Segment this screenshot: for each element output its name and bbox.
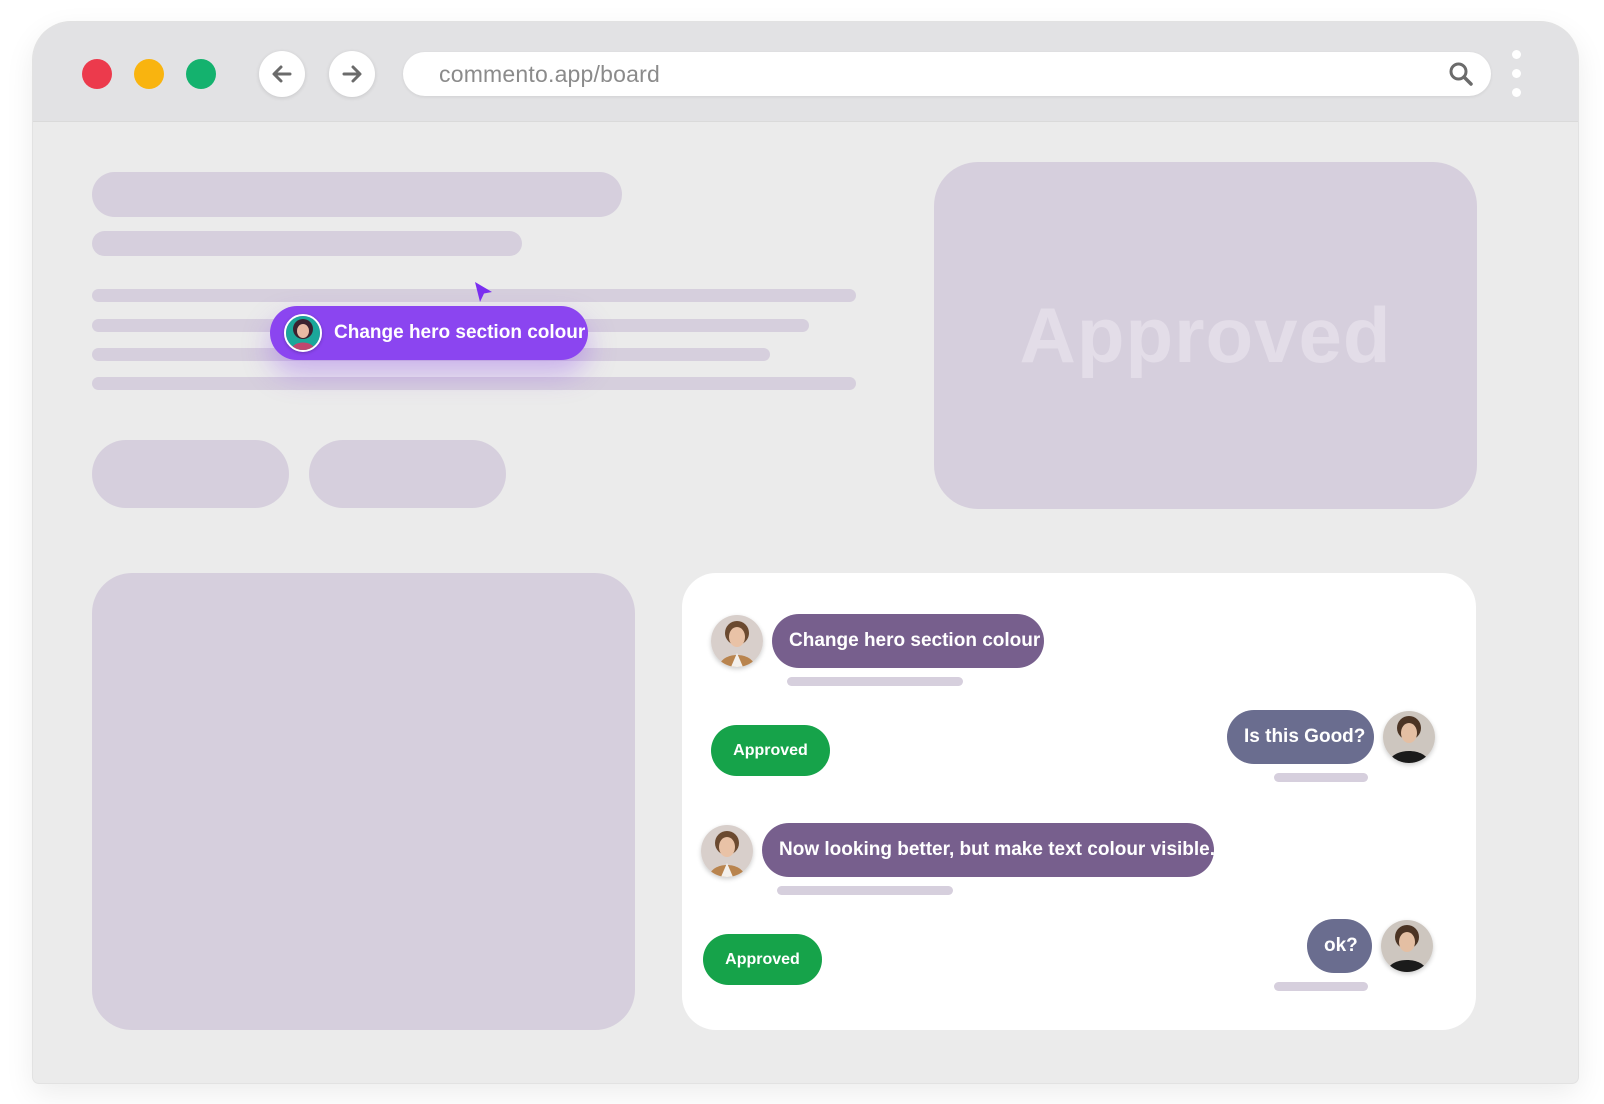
avatar (701, 825, 753, 877)
chat-message-bubble[interactable]: Change hero section colour (772, 614, 1044, 668)
avatar (1383, 711, 1435, 763)
arrow-right-icon (342, 65, 362, 83)
search-icon[interactable] (1447, 60, 1475, 88)
approved-label: Approved (733, 741, 808, 759)
avatar (711, 615, 763, 667)
approved-badge[interactable]: Approved (703, 934, 822, 985)
timestamp-placeholder (1274, 773, 1368, 782)
skeleton-text-line (92, 377, 856, 390)
timestamp-placeholder (777, 886, 953, 895)
forward-button[interactable] (329, 51, 375, 97)
approved-badge[interactable]: Approved (711, 725, 830, 776)
avatar (1381, 920, 1433, 972)
timestamp-placeholder (787, 677, 963, 686)
close-window-button[interactable] (82, 59, 112, 89)
chat-message-text: ok? (1324, 935, 1358, 956)
skeleton-subheading (92, 231, 522, 256)
chat-message-bubble[interactable]: ok? (1307, 919, 1372, 973)
skeleton-heading (92, 172, 622, 217)
chat-message-bubble[interactable]: Is this Good? (1227, 710, 1374, 764)
kebab-menu-icon[interactable] (1510, 50, 1522, 100)
floating-comment-text: Change hero section colour (334, 322, 586, 343)
url-text: commento.app/board (439, 61, 660, 87)
avatar (284, 314, 322, 352)
skeleton-button (92, 440, 289, 508)
skeleton-button (309, 440, 506, 508)
address-bar[interactable]: commento.app/board (403, 52, 1491, 96)
floating-comment-pill[interactable]: Change hero section colour (270, 306, 588, 360)
chat-message-text: Change hero section colour (789, 630, 1041, 651)
browser-toolbar: commento.app/board (33, 22, 1578, 122)
maximize-window-button[interactable] (186, 59, 216, 89)
chat-message-text: Now looking better, but make text colour… (779, 839, 1216, 860)
hero-image-placeholder: Approved (934, 162, 1477, 509)
back-button[interactable] (259, 51, 305, 97)
content-card-placeholder (92, 573, 635, 1030)
arrow-left-icon (272, 65, 292, 83)
chat-message-bubble[interactable]: Now looking better, but make text colour… (762, 823, 1216, 877)
hero-watermark-text: Approved (1019, 291, 1392, 379)
comment-thread-panel: Change hero section colour Approved Is t… (682, 573, 1476, 1030)
cursor-icon (475, 282, 492, 302)
approved-label: Approved (725, 950, 800, 968)
browser-window: commento.app/board Approved Change hero … (33, 22, 1578, 1083)
minimize-window-button[interactable] (134, 59, 164, 89)
chat-message-text: Is this Good? (1244, 726, 1366, 747)
timestamp-placeholder (1274, 982, 1368, 991)
